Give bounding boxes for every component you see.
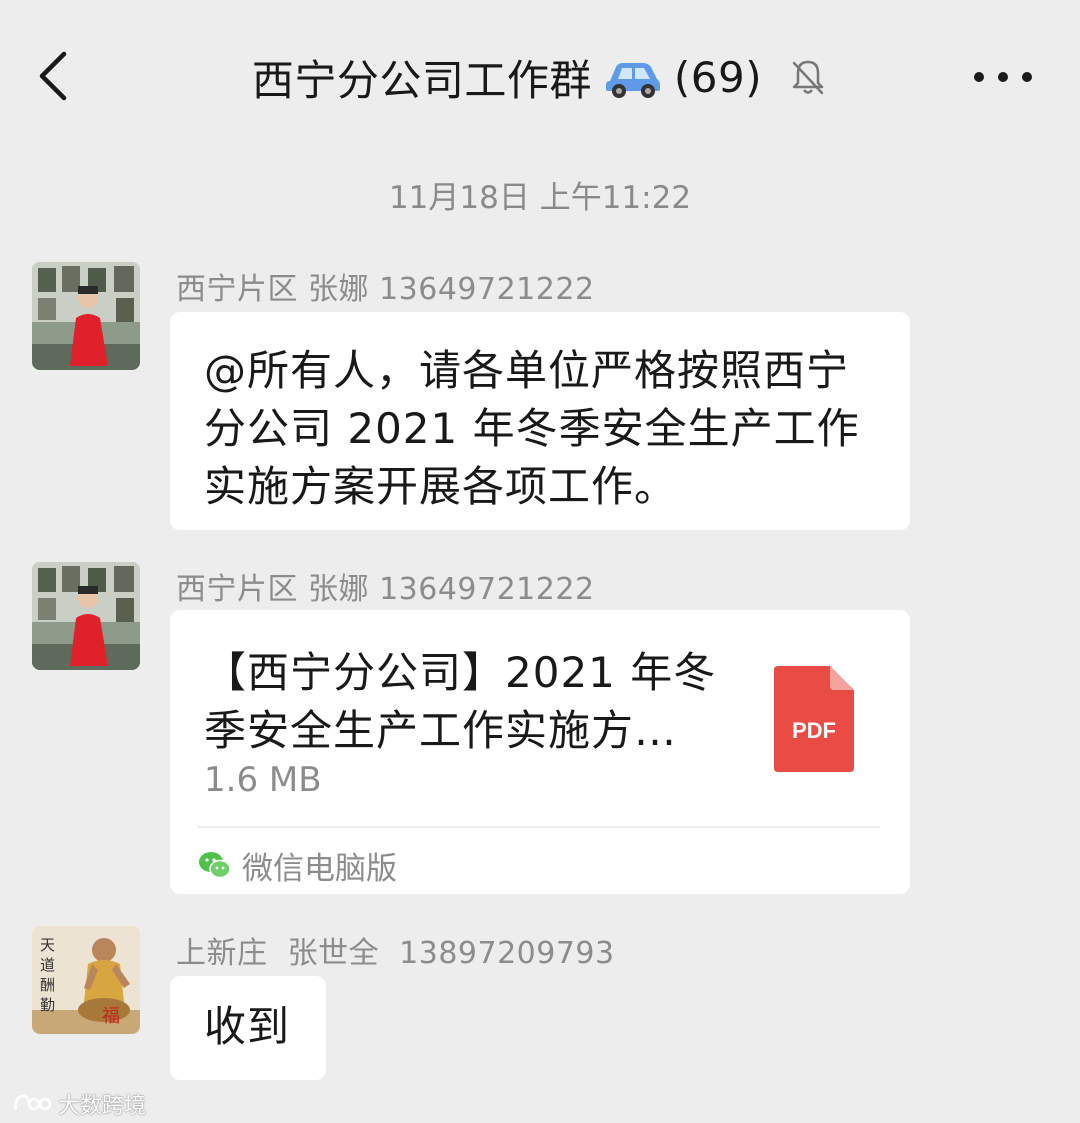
file-source-label: 微信电脑版 [242, 850, 397, 887]
file-source: 微信电脑版 [198, 842, 397, 888]
more-options-icon[interactable] [970, 60, 1036, 94]
watermark-logo-icon [14, 1094, 52, 1111]
divider [198, 826, 880, 828]
pdf-label: PDF [792, 718, 836, 743]
message-bubble[interactable]: @所有人，请各单位严格按照西宁 分公司 2021 年冬季安全生产工作 实施方案开… [170, 312, 910, 530]
svg-text:勤: 勤 [40, 996, 55, 1014]
file-message-card[interactable]: 【西宁分公司】2021 年冬季安全生产工作实施方… 1.6 MB PDF 微信电… [170, 610, 910, 894]
svg-text:酬: 酬 [40, 976, 55, 994]
sender-name: 上新庄 张世全 13897209793 [176, 936, 615, 971]
wechat-icon [199, 852, 231, 879]
car-emoji-icon [605, 63, 660, 98]
chat-message: 西宁片区 张娜 13649721222 @所有人，请各单位严格按照西宁 分公司 … [32, 262, 1052, 532]
member-count: (69) [673, 52, 763, 102]
watermark: 大数跨境 [12, 1088, 146, 1120]
chat-header: 西宁分公司工作群 (69) [0, 0, 1080, 150]
pdf-file-icon: PDF [774, 666, 854, 772]
mute-bell-icon [792, 60, 824, 95]
watermark-text: 大数跨境 [58, 1094, 147, 1119]
avatar-seal: 福 [102, 1006, 120, 1026]
sender-name: 西宁片区 张娜 13649721222 [176, 572, 595, 607]
chat-message: 西宁片区 张娜 13649721222 【西宁分公司】2021 年冬季安全生产工… [32, 562, 1052, 896]
svg-text:天: 天 [40, 936, 55, 954]
message-text: @所有人，请各单位严格按照西宁 分公司 2021 年冬季安全生产工作 实施方案开… [204, 346, 860, 511]
message-timestamp: 11月18日 上午11:22 [388, 180, 692, 216]
file-title: 【西宁分公司】2021 年冬季安全生产工作实施方… [204, 648, 717, 755]
chat-title-bar: 西宁分公司工作群 (69) [0, 46, 1080, 108]
group-name: 西宁分公司工作群 [251, 55, 592, 105]
message-bubble[interactable]: 收到 [170, 976, 326, 1080]
avatar[interactable] [32, 262, 140, 370]
chat-screen: 西宁分公司工作群 (69) 11月18日 上午11:22 西宁片区 张娜 136… [0, 0, 1080, 1123]
sender-name: 西宁片区 张娜 13649721222 [176, 272, 595, 307]
svg-text:道: 道 [40, 956, 55, 974]
avatar[interactable]: 福 天 道 酬 勤 [32, 926, 140, 1034]
avatar[interactable] [32, 562, 140, 670]
message-text: 收到 [204, 1002, 291, 1051]
chat-message: 福 天 道 酬 勤 上新庄 张世全 13897209793 收到 [32, 926, 1052, 1086]
file-size: 1.6 MB [204, 760, 322, 800]
